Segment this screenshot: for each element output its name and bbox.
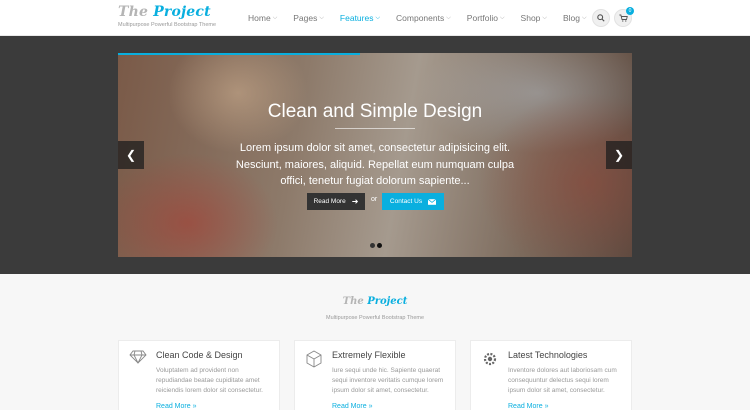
- chevron-down-icon: ⌵: [581, 14, 587, 21]
- feature-card: Extremely Flexible Iure sequi unde hic. …: [294, 340, 456, 410]
- site-header: The Project Multipurpose Powerful Bootst…: [0, 0, 750, 36]
- feature-card: Clean Code & Design Voluptatem ad provid…: [118, 340, 280, 410]
- slide-text: Lorem ipsum dolor sit amet, consectetur …: [235, 142, 515, 187]
- feature-title: Extremely Flexible: [332, 350, 406, 360]
- search-button[interactable]: [592, 9, 610, 27]
- chevron-right-icon: ❯: [613, 148, 625, 162]
- nav-item-portfolio[interactable]: Portfolio ⌵: [467, 13, 505, 23]
- feature-read-more-link[interactable]: Read More »: [156, 403, 196, 410]
- feature-read-more-link[interactable]: Read More »: [332, 403, 372, 410]
- chevron-down-icon: ⌵: [319, 14, 324, 21]
- slider-dot-2[interactable]: [377, 243, 382, 248]
- section-logo: The Project: [342, 296, 408, 307]
- feature-card: Latest Technologies Inventore dolores au…: [470, 340, 632, 410]
- hexagon-cube-icon: [305, 350, 323, 373]
- slider-next-button[interactable]: ❯: [606, 141, 632, 169]
- chevron-down-icon: ⌵: [375, 14, 381, 21]
- chevron-down-icon: ⌵: [499, 14, 505, 21]
- cart-button[interactable]: 0: [614, 7, 634, 27]
- slide-progress-bar: [118, 53, 360, 55]
- envelope-icon: [428, 198, 437, 205]
- slide-title: Clean and Simple Design: [267, 101, 483, 122]
- feature-title: Latest Technologies: [508, 350, 588, 360]
- title-divider: [335, 128, 415, 129]
- arrow-right-icon: ➜: [351, 197, 359, 206]
- chevron-down-icon: ⌵: [446, 14, 451, 21]
- nav-item-pages[interactable]: Pages ⌵: [293, 13, 324, 23]
- nav-item-features[interactable]: Features ⌵: [340, 13, 380, 23]
- site-tagline: Multipurpose Powerful Bootstrap Theme: [118, 22, 217, 28]
- cart-count-badge: 0: [626, 7, 634, 15]
- read-more-button[interactable]: Read More ➜: [307, 193, 365, 210]
- slider-dot-1[interactable]: [370, 243, 375, 248]
- section-tagline: Multipurpose Powerful Bootstrap Theme: [325, 315, 425, 321]
- chevron-down-icon: ⌵: [542, 14, 547, 21]
- nav-item-home[interactable]: Home ⌵: [248, 13, 277, 23]
- nav-item-shop[interactable]: Shop ⌵: [521, 13, 547, 23]
- feature-read-more-link[interactable]: Read More »: [508, 403, 548, 410]
- contact-us-button[interactable]: Contact Us: [382, 193, 444, 210]
- feature-text: Inventore dolores aut laboriosam cum con…: [508, 367, 617, 394]
- feature-title: Clean Code & Design: [156, 350, 243, 360]
- logo-text: The Project: [118, 4, 211, 20]
- diamond-icon: [129, 350, 147, 369]
- main-nav: Home ⌵ Pages ⌵ Features ⌵ Components ⌵ Portf…: [248, 0, 603, 36]
- cart-icon: [618, 14, 628, 22]
- chevron-down-icon: ⌵: [272, 14, 278, 21]
- chevron-left-icon: ❮: [125, 148, 137, 162]
- nav-item-components[interactable]: Components ⌵: [396, 13, 451, 23]
- gear-icon: [481, 350, 499, 373]
- slider-pagination: [370, 243, 382, 248]
- nav-item-blog[interactable]: Blog ⌵: [563, 13, 587, 23]
- slider-prev-button[interactable]: ❮: [118, 141, 144, 169]
- feature-text: Voluptatem ad provident non repudiandae …: [156, 367, 263, 394]
- site-logo[interactable]: The Project Multipurpose Powerful Bootst…: [118, 4, 216, 28]
- feature-text: Iure sequi unde hic. Sapiente quaerat se…: [332, 367, 444, 394]
- or-label: or: [371, 196, 378, 203]
- search-icon: [597, 14, 605, 22]
